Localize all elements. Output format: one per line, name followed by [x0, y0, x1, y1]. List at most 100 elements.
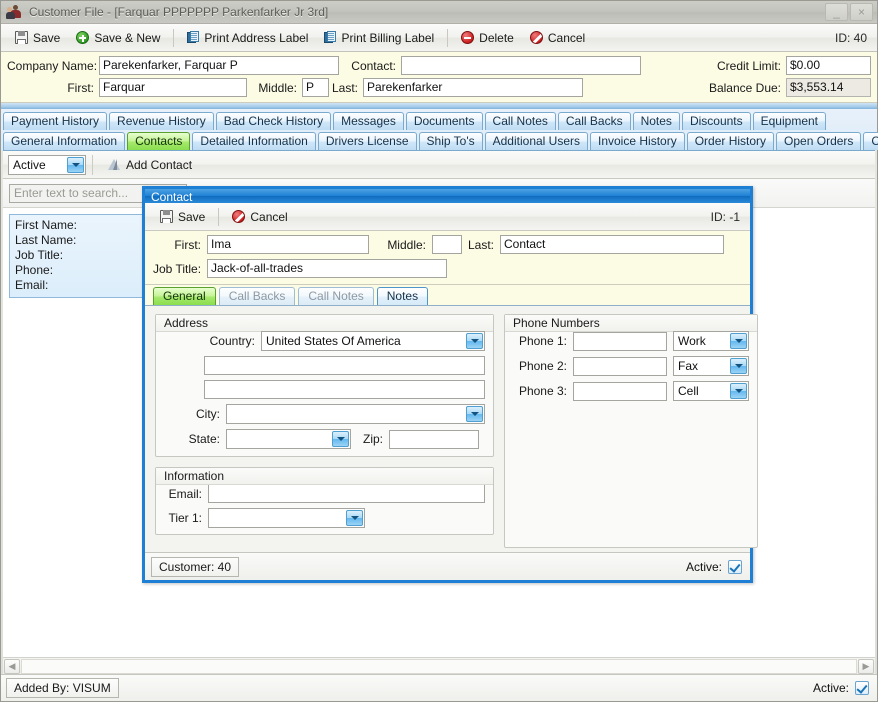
tab-label: Messages — [341, 114, 396, 128]
tab-label: Call Notes — [492, 114, 548, 128]
contact-last-field[interactable]: Contact — [500, 235, 724, 254]
tab-open-orders[interactable]: Open Orders — [776, 132, 862, 150]
contact-dialog-footer: Customer: 40 Active: — [145, 552, 750, 580]
company-name-field[interactable]: Parekenfarker, Farquar P — [99, 56, 339, 75]
country-combo[interactable]: United States Of America — [261, 331, 485, 351]
tab-call-backs[interactable]: Call Backs — [557, 112, 631, 130]
tab-label: Equipment — [760, 114, 818, 128]
cancel-button-label: Cancel — [547, 30, 586, 45]
tab-equipment[interactable]: Equipment — [752, 112, 826, 130]
close-button[interactable]: × — [850, 3, 873, 21]
email-field[interactable] — [208, 484, 485, 503]
tab-call-notes[interactable]: Call Notes — [484, 112, 556, 130]
chevron-down-icon[interactable] — [466, 406, 483, 422]
tab-label: Order History — [694, 134, 767, 148]
tab-invoice-history[interactable]: Invoice History — [590, 132, 685, 150]
chevron-down-icon[interactable] — [466, 333, 483, 349]
contact-field[interactable] — [401, 56, 641, 75]
phone-3-field[interactable] — [573, 381, 667, 401]
phone-rows: Phone 1: Work Phone 2: Fax Phone 3: Cell — [513, 331, 749, 401]
contacts-icon — [6, 4, 24, 20]
active-checkbox[interactable] — [855, 681, 869, 695]
state-combo[interactable] — [226, 429, 351, 449]
tier1-combo[interactable] — [208, 508, 365, 528]
tab-general-information[interactable]: General Information — [3, 132, 126, 150]
tab-notes[interactable]: Notes — [632, 112, 680, 130]
contact-tab-notes[interactable]: Notes — [376, 287, 429, 305]
tab-detailed-information[interactable]: Detailed Information — [192, 132, 316, 150]
list-item-job-title-label: Job Title: — [15, 248, 64, 262]
chevron-down-icon[interactable] — [730, 333, 747, 349]
tab-label: Notes — [640, 114, 672, 128]
tab-payment-history[interactable]: Payment History — [3, 112, 108, 130]
control-separator — [92, 154, 93, 175]
tab-drivers-license[interactable]: Drivers License — [317, 132, 417, 150]
phone-row: Phone 3: Cell — [513, 381, 749, 401]
first-label: First: — [67, 80, 94, 95]
chevron-down-icon[interactable] — [332, 431, 349, 447]
information-group-title: Information — [156, 468, 493, 485]
print-address-label-button[interactable]: Print Address Label — [179, 27, 316, 49]
added-by-status: Added By: VISUM — [6, 678, 119, 698]
active-filter-combo[interactable]: Active — [8, 154, 86, 175]
zip-field[interactable] — [389, 429, 479, 449]
contact-name-row: First: Ima Middle: Last: Contact — [153, 235, 742, 254]
tab-discounts[interactable]: Discounts — [681, 112, 751, 130]
add-contact-label: Add Contact — [126, 157, 193, 172]
contact-cancel-button[interactable]: Cancel — [224, 206, 295, 228]
record-id: ID: 40 — [834, 30, 867, 45]
city-combo[interactable] — [226, 404, 485, 424]
contact-first-field[interactable]: Ima — [207, 235, 369, 254]
tab-ship-to-s[interactable]: Ship To's — [418, 132, 483, 150]
address-line1-field[interactable] — [204, 356, 485, 375]
tab-additional-users[interactable]: Additional Users — [484, 132, 588, 150]
tab-row-top: Payment History Revenue History Bad Check … — [3, 111, 875, 130]
phone-2-type-combo[interactable]: Fax — [673, 356, 749, 376]
tab-order-history[interactable]: Order History — [686, 132, 775, 150]
contact-save-button[interactable]: Save — [152, 206, 213, 228]
credit-limit-label: Credit Limit: — [716, 58, 781, 73]
middle-name-field[interactable]: P — [302, 78, 329, 97]
delete-button[interactable]: Delete — [453, 27, 522, 49]
phone-1-type-value: Work — [678, 334, 706, 348]
contact-job-title-field[interactable]: Jack-of-all-trades — [207, 259, 447, 278]
credit-limit-field[interactable]: $0.00 — [786, 56, 871, 75]
phone-1-field[interactable] — [573, 331, 667, 351]
cancel-icon — [232, 210, 246, 223]
save-button[interactable]: Save — [7, 27, 68, 49]
add-contact-button[interactable]: Add Contact — [99, 154, 200, 176]
minimize-button[interactable]: _ — [825, 3, 848, 21]
contact-active-checkbox[interactable] — [728, 559, 742, 574]
tab-bad-check-history[interactable]: Bad Check History — [215, 112, 332, 130]
window-title: Customer File - [Farquar PPPPPPP Parkenf… — [29, 5, 329, 19]
tab-messages[interactable]: Messages — [333, 112, 404, 130]
cancel-button[interactable]: Cancel — [522, 27, 593, 49]
print-billing-label-button[interactable]: Print Billing Label — [316, 27, 442, 49]
contact-tab-label: Call Backs — [228, 289, 286, 303]
scroll-right-button[interactable]: ▶ — [858, 658, 874, 674]
status-active-label: Active: — [812, 681, 849, 695]
phone-1-type-combo[interactable]: Work — [673, 331, 749, 351]
save-and-new-button[interactable]: Save & New — [68, 27, 168, 49]
tab-documents[interactable]: Documents — [405, 112, 483, 130]
tab-credit-history[interactable]: Credit History — [863, 132, 878, 150]
tab-revenue-history[interactable]: Revenue History — [109, 112, 214, 130]
chevron-down-icon[interactable] — [346, 510, 363, 526]
address-line2-field[interactable] — [204, 380, 485, 399]
horizontal-scrollbar[interactable]: ◀ ▶ — [3, 657, 875, 674]
tab-contacts[interactable]: Contacts — [127, 132, 191, 150]
chevron-down-icon[interactable] — [67, 156, 84, 173]
first-name-field[interactable]: Farquar — [99, 78, 247, 97]
chevron-down-icon[interactable] — [730, 358, 747, 374]
contact-middle-field[interactable] — [432, 235, 462, 254]
phone-3-type-combo[interactable]: Cell — [673, 381, 749, 401]
customer-file-window: Customer File - [Farquar PPPPPPP Parkenf… — [0, 0, 878, 702]
phone-2-field[interactable] — [573, 356, 667, 376]
chevron-down-icon[interactable] — [730, 383, 747, 399]
tab-label: Documents — [413, 114, 475, 128]
scroll-left-button[interactable]: ◀ — [4, 658, 20, 674]
last-name-field[interactable]: Parekenfarker — [363, 78, 583, 97]
scroll-track[interactable] — [21, 658, 857, 674]
contact-active-label: Active: — [685, 559, 722, 574]
contact-tab-general[interactable]: General — [153, 287, 216, 305]
